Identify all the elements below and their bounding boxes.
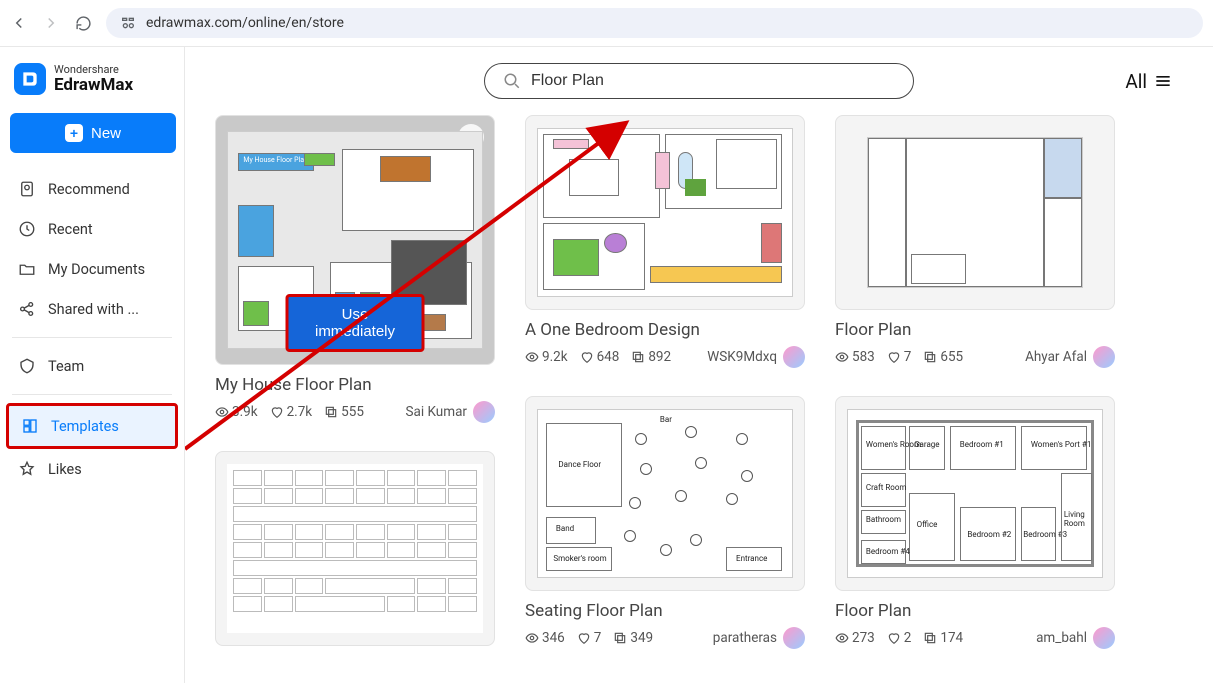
avatar [783,346,805,368]
eye-icon [215,405,229,419]
logo-icon [14,63,46,95]
search-box[interactable] [484,63,914,99]
copy-icon [923,631,937,645]
template-card[interactable]: Women's Room Garage Bedroom #1 Women's P… [835,396,1115,649]
sidebar-item-likes[interactable]: Likes [6,449,178,489]
likes-stat: 2.7k [270,404,313,420]
sidebar-item-recommend[interactable]: Recommend [6,169,178,209]
forward-button[interactable] [42,14,60,32]
sidebar-item-label: Shared with ... [48,301,139,318]
heart-icon [270,405,284,419]
sidebar-item-templates[interactable]: Templates [6,403,178,449]
folder-icon [18,260,36,278]
site-settings-icon [120,15,136,31]
template-card[interactable]: Floor Plan 583 7 655 Ahyar Afal [835,115,1115,368]
card-author: Sai Kumar [405,401,495,423]
card-stats: 583 7 655 [835,349,963,365]
sidebar-item-recent[interactable]: Recent [6,209,178,249]
heart-icon [887,631,901,645]
card-title: Floor Plan [835,320,1115,340]
card-author: paratheras [713,627,805,649]
template-card[interactable]: ♡ My House Floor Plan [215,115,495,423]
sidebar-item-label: Team [48,358,84,375]
copies-stat: 555 [324,404,364,420]
sidebar-item-label: Recommend [48,181,130,198]
avatar [1093,627,1115,649]
card-author: Ahyar Afal [1025,346,1115,368]
eye-icon [835,631,849,645]
sidebar-item-shared[interactable]: Shared with ... [6,289,178,329]
filter-label: All [1125,70,1147,93]
filter-all[interactable]: All [1125,70,1173,93]
url-text: edrawmax.com/online/en/store [146,15,344,31]
eye-icon [525,631,539,645]
sidebar-item-label: Recent [48,221,93,238]
card-title: Floor Plan [835,601,1115,621]
back-button[interactable] [10,14,28,32]
card-author: WSK9Mdxq [707,346,805,368]
heart-icon [887,350,901,364]
card-stats: 3.9k 2.7k 555 [215,404,364,420]
template-card[interactable] [215,451,495,646]
eye-icon [835,350,849,364]
search-icon [503,72,521,90]
team-icon [18,357,36,375]
template-card[interactable]: Dance Floor Band Smoker's room Entrance … [525,396,805,649]
sidebar-item-mydocs[interactable]: My Documents [6,249,178,289]
sidebar: Wondershare EdrawMax + New Recommend Rec… [0,47,185,683]
clock-icon [18,220,36,238]
new-button-label: New [91,125,121,142]
divider [12,337,172,338]
brand-bottom: EdrawMax [54,76,133,95]
eye-icon [525,350,539,364]
new-button[interactable]: + New [10,113,176,153]
template-card[interactable]: A One Bedroom Design 9.2k 648 892 WSK9Md… [525,115,805,368]
plus-icon: + [65,124,83,142]
share-icon [18,300,36,318]
app-logo: Wondershare EdrawMax [6,59,178,109]
avatar [783,627,805,649]
copy-icon [613,631,627,645]
divider [12,394,172,395]
main-content: All ♡ My House Floor Plan [185,47,1213,683]
avatar [1093,346,1115,368]
browser-chrome: edrawmax.com/online/en/store [0,0,1213,46]
copy-icon [923,350,937,364]
menu-icon [1153,71,1173,91]
card-stats: 9.2k 648 892 [525,349,671,365]
avatar [473,401,495,423]
brand-top: Wondershare [54,64,133,76]
reload-button[interactable] [74,14,92,32]
views-stat: 3.9k [215,404,258,420]
card-title: Seating Floor Plan [525,601,805,621]
templates-icon [21,417,39,435]
sidebar-item-label: Likes [48,461,82,478]
heart-icon [577,631,591,645]
card-title: A One Bedroom Design [525,320,805,340]
sidebar-item-label: My Documents [48,261,145,278]
use-immediately-button[interactable]: Use immediately [286,294,425,352]
star-icon [18,460,36,478]
heart-icon [580,350,594,364]
recommend-icon [18,180,36,198]
card-author: am_bahl [1036,627,1115,649]
search-input[interactable] [531,72,895,90]
card-stats: 346 7 349 [525,630,653,646]
card-title: My House Floor Plan [215,375,495,395]
sidebar-item-team[interactable]: Team [6,346,178,386]
address-bar[interactable]: edrawmax.com/online/en/store [106,8,1203,38]
card-stats: 273 2 174 [835,630,963,646]
sidebar-item-label: Templates [51,418,119,435]
copy-icon [631,350,645,364]
copy-icon [324,405,338,419]
